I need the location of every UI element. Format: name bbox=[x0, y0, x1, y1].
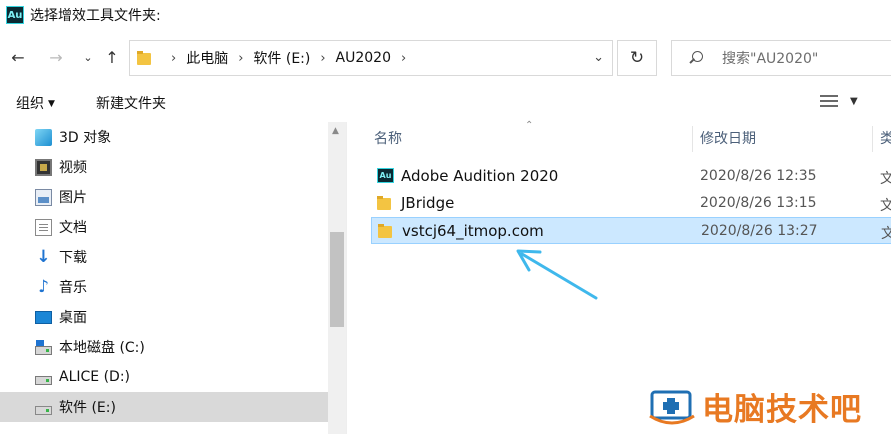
organize-label: 组织 bbox=[16, 96, 44, 112]
file-type: 文 bbox=[880, 198, 891, 214]
chevron-right-icon[interactable]: › bbox=[401, 51, 406, 66]
sidebar-item-label: 下载 bbox=[59, 250, 87, 266]
search-input[interactable]: 搜索"AU2020" bbox=[671, 40, 891, 76]
watermark-text: 电脑技术吧 bbox=[702, 391, 862, 428]
column-header-name[interactable]: 名称 bbox=[374, 122, 402, 154]
new-folder-button[interactable]: 新建文件夹 bbox=[96, 93, 166, 113]
chevron-right-icon[interactable]: › bbox=[171, 51, 176, 66]
folder-icon bbox=[137, 50, 151, 66]
column-divider[interactable] bbox=[872, 126, 873, 152]
file-row-jbridge[interactable]: JBridge 2020/8/26 13:15 文 bbox=[371, 190, 891, 217]
audition-app-icon: Au bbox=[377, 168, 394, 183]
drive-c-icon bbox=[35, 339, 52, 355]
command-toolbar: 组织 ▼ 新建文件夹 ▼ bbox=[0, 82, 891, 122]
up-arrow-icon[interactable]: ↑ bbox=[101, 46, 123, 68]
sidebar-scrollbar[interactable]: ▲ bbox=[328, 122, 346, 434]
audition-app-icon: Au bbox=[6, 6, 24, 24]
refresh-button[interactable]: ↻ bbox=[617, 40, 657, 76]
forward-arrow-icon[interactable]: → bbox=[45, 46, 67, 68]
file-row-adobe-audition[interactable]: Au Adobe Audition 2020 2020/8/26 12:35 文 bbox=[371, 163, 891, 190]
sidebar-item-drive-d[interactable]: ALICE (D:) bbox=[0, 362, 328, 392]
navigation-bar: ← → ⌄ ↑ › 此电脑 › 软件 (E:) › AU2020 › ⌄ ↻ 搜… bbox=[0, 38, 891, 78]
sidebar-item-label: 图片 bbox=[59, 190, 87, 206]
navigation-pane: 3D 对象 视频 图片 文档 ↓ 下载 ♪ 音乐 桌面 本地磁盘 (C:) AL… bbox=[0, 122, 328, 434]
sidebar-item-label: 本地磁盘 (C:) bbox=[59, 340, 145, 356]
file-date: 2020/8/26 12:35 bbox=[700, 168, 817, 184]
scroll-thumb[interactable] bbox=[330, 232, 344, 327]
back-arrow-icon[interactable]: ← bbox=[7, 46, 29, 68]
file-name: vstcj64_itmop.com bbox=[402, 222, 544, 240]
organize-button[interactable]: 组织 ▼ bbox=[16, 93, 55, 113]
sidebar-item-label: 文档 bbox=[59, 220, 87, 236]
music-icon: ♪ bbox=[38, 276, 49, 297]
drive-d-icon bbox=[35, 375, 52, 385]
computer-logo-icon bbox=[649, 390, 695, 425]
chevron-right-icon[interactable]: › bbox=[320, 51, 325, 66]
chevron-right-icon[interactable]: › bbox=[238, 51, 243, 66]
title-bar: Au 选择增效工具文件夹: bbox=[0, 0, 891, 30]
recent-locations-chevron-icon[interactable]: ⌄ bbox=[77, 46, 99, 68]
file-date: 2020/8/26 13:27 bbox=[701, 223, 818, 239]
sidebar-item-documents[interactable]: 文档 bbox=[0, 212, 328, 242]
column-header-type[interactable]: 类 bbox=[880, 122, 891, 154]
breadcrumb-drive-e[interactable]: 软件 (E:) bbox=[253, 48, 310, 68]
sidebar-item-downloads[interactable]: ↓ 下载 bbox=[0, 242, 328, 272]
sidebar-item-label: 桌面 bbox=[59, 310, 87, 326]
sidebar-item-videos[interactable]: 视频 bbox=[0, 152, 328, 182]
file-row-vstcj64[interactable]: vstcj64_itmop.com 2020/8/26 13:27 文 bbox=[371, 217, 891, 244]
address-bar[interactable]: › 此电脑 › 软件 (E:) › AU2020 › ⌄ bbox=[129, 40, 613, 76]
breadcrumb-au2020[interactable]: AU2020 bbox=[336, 50, 391, 66]
watermark: 电脑技术吧 bbox=[648, 382, 891, 430]
view-options-icon[interactable] bbox=[820, 95, 838, 109]
folder-icon bbox=[377, 195, 394, 210]
videos-icon bbox=[35, 158, 52, 176]
sidebar-item-drive-e[interactable]: 软件 (E:) bbox=[0, 392, 328, 422]
search-placeholder: 搜索"AU2020" bbox=[722, 51, 819, 67]
sidebar-item-label: 3D 对象 bbox=[59, 130, 112, 146]
documents-icon bbox=[35, 218, 52, 236]
desktop-icon bbox=[35, 310, 52, 324]
column-header-date[interactable]: 修改日期 bbox=[700, 122, 756, 154]
downloads-icon: ↓ bbox=[36, 246, 51, 267]
sidebar-item-3d-objects[interactable]: 3D 对象 bbox=[0, 122, 328, 152]
sidebar-item-label: 软件 (E:) bbox=[59, 400, 116, 416]
file-type: 文 bbox=[881, 226, 891, 242]
sidebar-item-label: 视频 bbox=[59, 160, 87, 176]
sort-ascending-icon: ⌃ bbox=[525, 120, 534, 131]
drive-e-icon bbox=[35, 405, 52, 415]
window-title: 选择增效工具文件夹: bbox=[30, 8, 161, 24]
breadcrumb-this-pc[interactable]: 此电脑 bbox=[186, 48, 228, 68]
sidebar-item-desktop[interactable]: 桌面 bbox=[0, 302, 328, 332]
3d-objects-icon bbox=[35, 128, 52, 146]
annotation-arrow-icon bbox=[516, 249, 598, 300]
file-date: 2020/8/26 13:15 bbox=[700, 195, 817, 211]
scroll-up-arrow-icon[interactable]: ▲ bbox=[332, 126, 339, 136]
column-divider[interactable] bbox=[692, 126, 693, 152]
caret-down-icon: ▼ bbox=[48, 99, 55, 109]
sidebar-item-pictures[interactable]: 图片 bbox=[0, 182, 328, 212]
sidebar-item-music[interactable]: ♪ 音乐 bbox=[0, 272, 328, 302]
sidebar-item-label: 音乐 bbox=[59, 280, 87, 296]
file-type: 文 bbox=[880, 171, 891, 187]
file-name: Adobe Audition 2020 bbox=[401, 167, 559, 185]
sidebar-item-label: ALICE (D:) bbox=[59, 369, 130, 385]
search-icon bbox=[688, 51, 703, 65]
pictures-icon bbox=[35, 188, 52, 206]
refresh-icon: ↻ bbox=[629, 48, 645, 68]
file-name: JBridge bbox=[401, 194, 455, 212]
address-dropdown-chevron-icon[interactable]: ⌄ bbox=[593, 50, 604, 65]
sidebar-item-drive-c[interactable]: 本地磁盘 (C:) bbox=[0, 332, 328, 362]
folder-icon bbox=[378, 223, 395, 238]
view-caret-down-icon[interactable]: ▼ bbox=[850, 96, 858, 107]
